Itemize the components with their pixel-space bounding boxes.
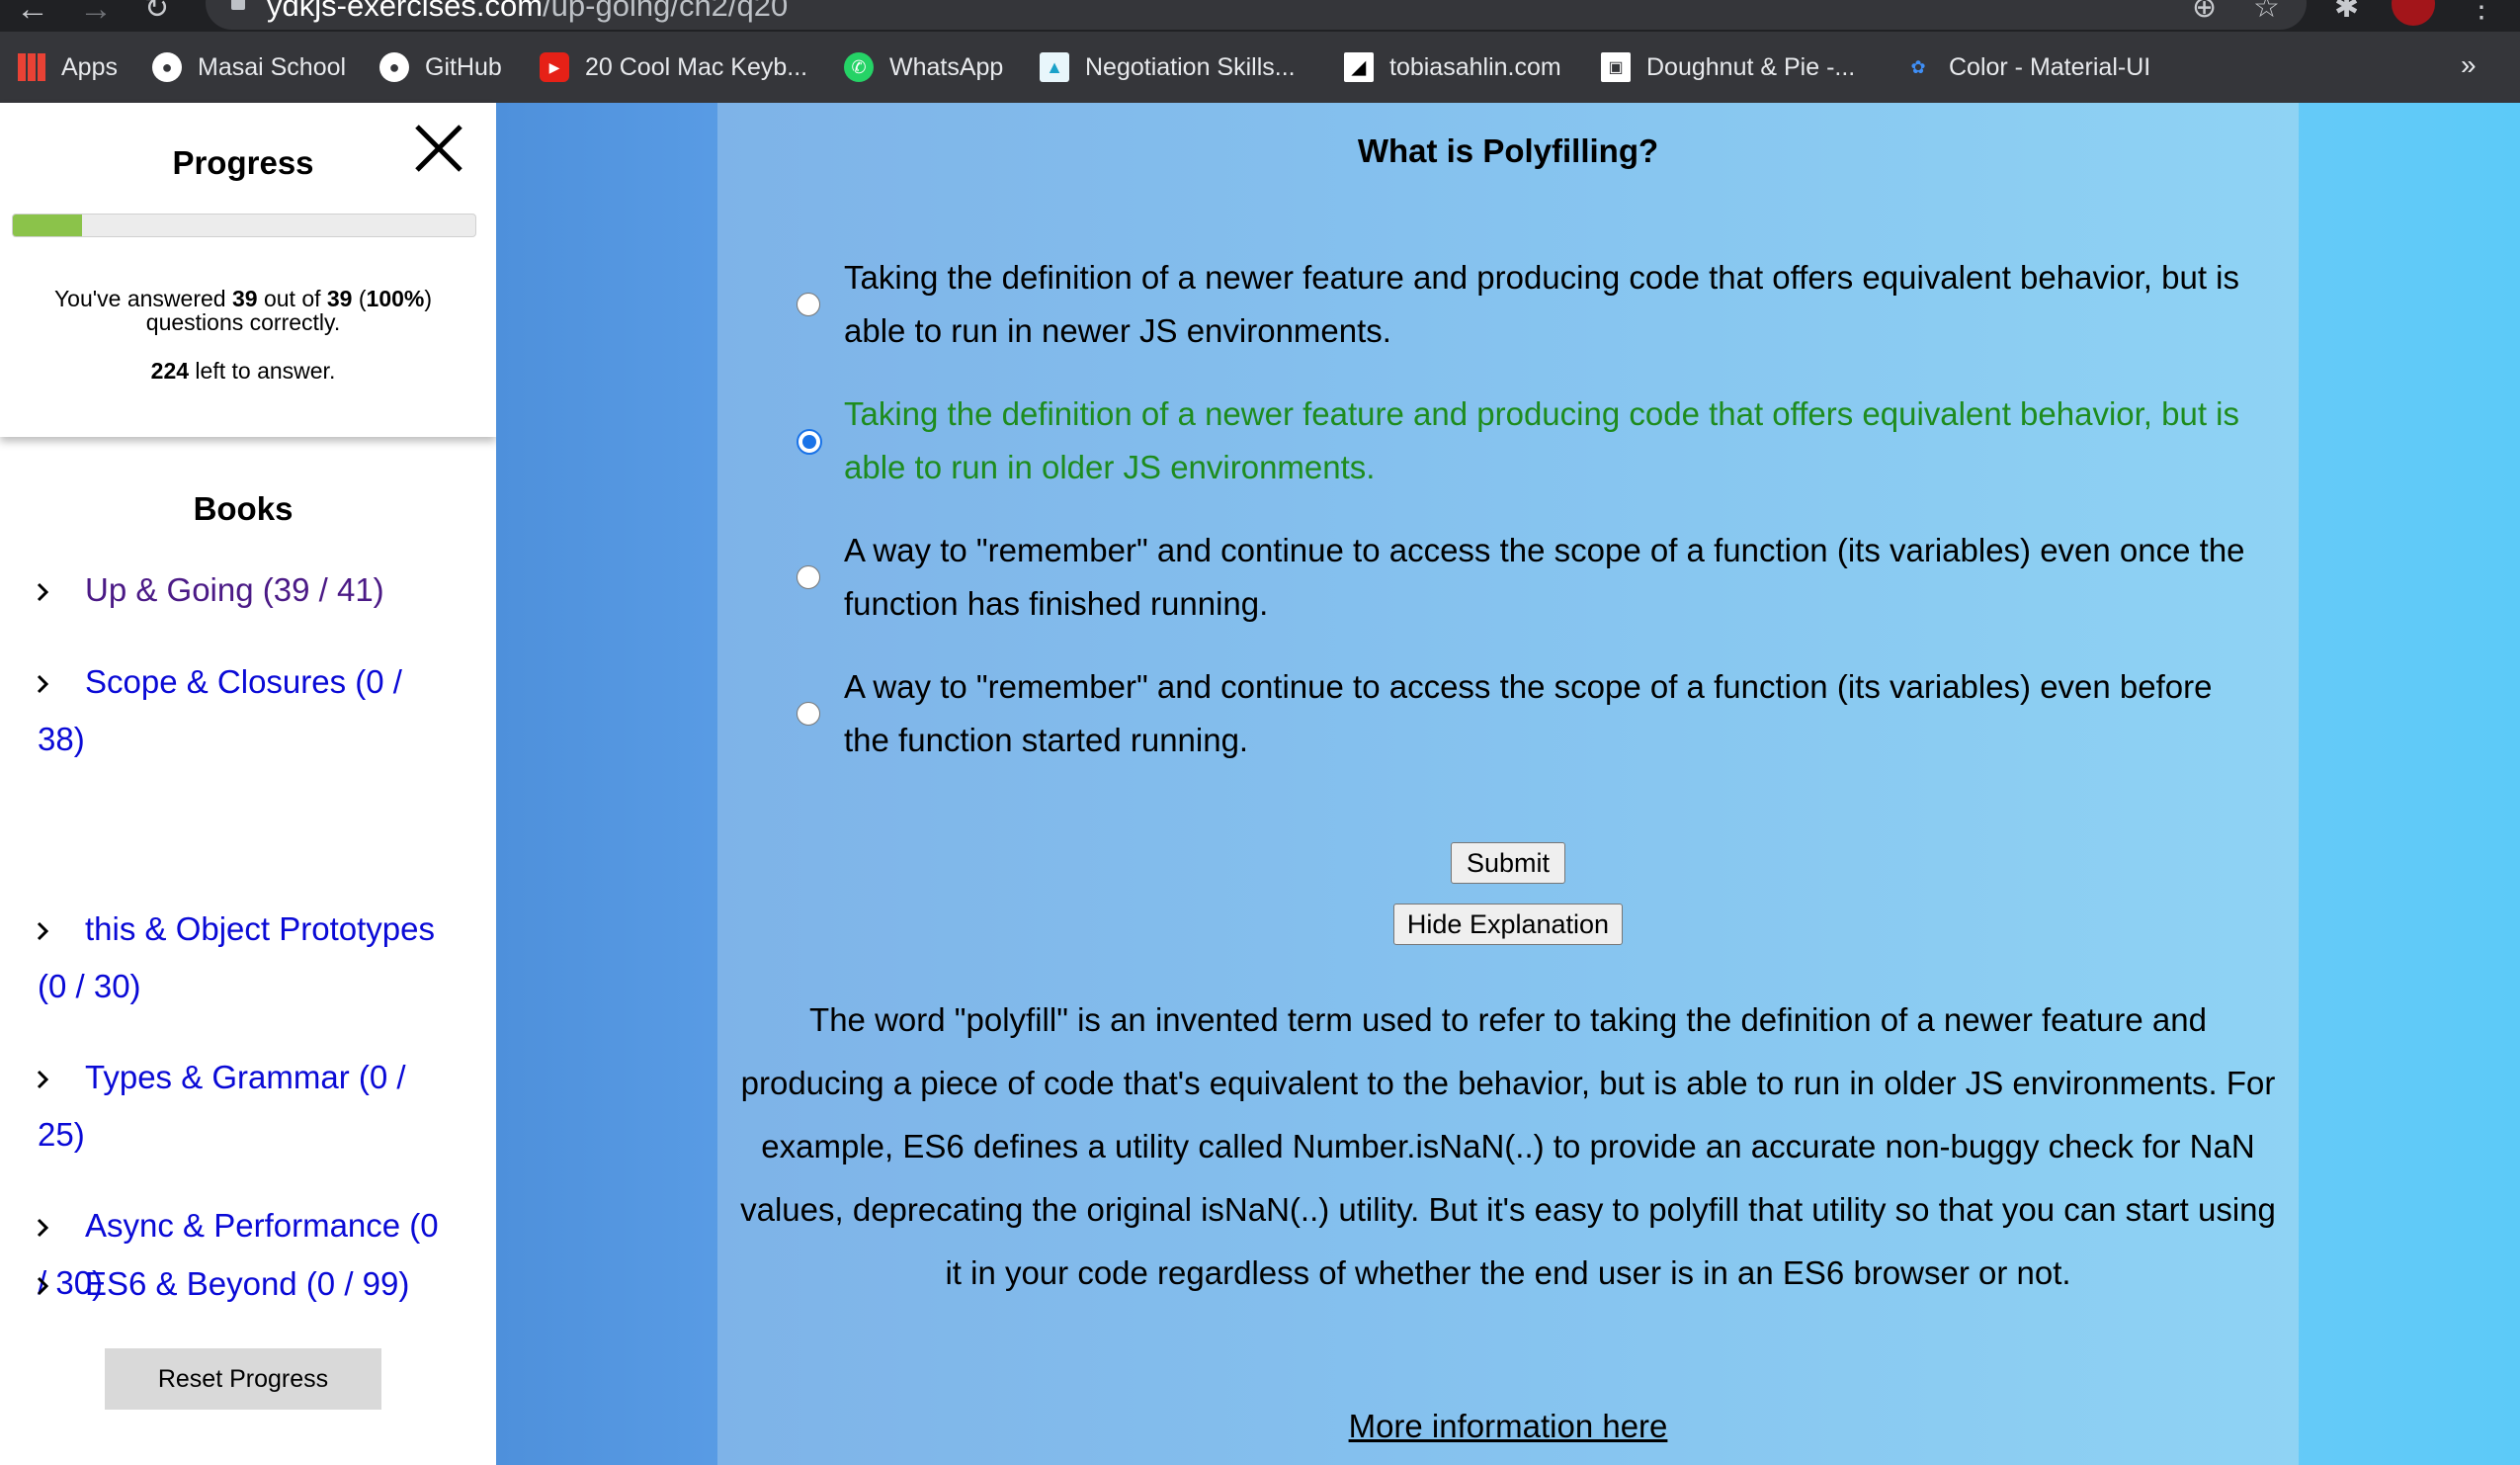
answered-paren: ( — [352, 286, 367, 311]
left-suffix: left to answer. — [189, 358, 336, 384]
bookmark-label: Color - Material-UI — [1949, 52, 2151, 81]
book-link-up-going[interactable]: Up & Going (39 / 41) — [37, 561, 453, 619]
lock-icon — [231, 0, 245, 10]
reload-icon[interactable]: ↻ — [144, 0, 169, 26]
progress-bar — [12, 214, 476, 237]
explanation-text: The word "polyfill" is an invented term … — [740, 1001, 2276, 1291]
answered-summary: You've answered 39 out of 39 (100%) ques… — [20, 287, 466, 334]
book-link-scope-closures[interactable]: Scope & Closures (0 / 38) — [37, 653, 453, 768]
back-icon[interactable]: ← — [16, 0, 49, 26]
menu-icon[interactable]: ⋮ — [2467, 0, 2496, 25]
bookmark-mac-keyboard[interactable]: ▶ 20 Cool Mac Keyb... — [540, 50, 807, 84]
tobiasahlin-icon: ◢ — [1344, 52, 1374, 82]
more-information-link[interactable]: More information here — [717, 1408, 2299, 1445]
bookmark-doughnut-pie[interactable]: ▣ Doughnut & Pie -... — [1601, 50, 1855, 84]
radio-button[interactable] — [797, 293, 820, 316]
bookmark-masai-school[interactable]: ● Masai School — [152, 50, 346, 84]
chevron-right-icon — [37, 1219, 49, 1238]
youtube-icon: ▶ — [540, 52, 569, 82]
left-to-answer: 224 left to answer. — [0, 358, 486, 385]
left-count: 224 — [150, 358, 190, 384]
close-icon[interactable] — [411, 121, 466, 176]
bookmarks-bar: Apps ● Masai School ● GitHub ▶ 20 Cool M… — [0, 32, 2520, 103]
book-label: Types & Grammar (0 / 25) — [38, 1059, 406, 1153]
url-text[interactable]: ydkjs-exercises.com/up-going/ch2/q20 — [267, 0, 788, 24]
answered-percent: 100% — [366, 286, 425, 311]
whatsapp-icon: ✆ — [844, 52, 874, 82]
total-count: 39 — [326, 286, 353, 311]
radio-button[interactable] — [797, 702, 820, 726]
chevron-right-icon — [37, 675, 49, 694]
bookmark-label: Doughnut & Pie -... — [1646, 52, 1856, 81]
forward-icon[interactable]: → — [79, 0, 113, 26]
star-icon[interactable]: ☆ — [2253, 0, 2280, 25]
browser-toolbar: ← → ↻ ydkjs-exercises.com/up-going/ch2/q… — [0, 0, 2520, 32]
chevron-right-icon — [37, 1071, 49, 1089]
bookmark-tobiasahlin[interactable]: ◢ tobiasahlin.com — [1344, 50, 1561, 84]
url-host: ydkjs-exercises.com — [267, 0, 544, 23]
bookmark-label: Apps — [61, 52, 118, 81]
answered-count: 39 — [231, 286, 258, 311]
answer-option-text: Taking the definition of a newer feature… — [844, 259, 2240, 349]
bookmark-label: 20 Cool Mac Keyb... — [585, 52, 808, 81]
progress-bar-fill — [13, 215, 83, 236]
book-link-this-object-prototypes[interactable]: this & Object Prototypes (0 / 30) — [37, 901, 453, 1015]
bookmark-label: Masai School — [198, 52, 347, 81]
submit-button[interactable]: Submit — [1451, 842, 1565, 884]
bookmark-label: GitHub — [425, 52, 502, 81]
book-link-es6-beyond[interactable]: ES6 & Beyond (0 / 99) — [37, 1255, 453, 1313]
radio-button[interactable] — [797, 429, 822, 455]
answer-option-text: Taking the definition of a newer feature… — [844, 395, 2240, 485]
question-title: What is Polyfilling? — [1357, 132, 1659, 169]
bookmark-label: tobiasahlin.com — [1389, 52, 1561, 81]
book-label: this & Object Prototypes (0 / 30) — [38, 910, 435, 1004]
bookmark-label: Negotiation Skills... — [1085, 52, 1296, 81]
bookmark-material-ui[interactable]: ✿ Color - Material-UI — [1903, 50, 2150, 84]
bookmark-negotiation-skills[interactable]: ▲ Negotiation Skills... — [1040, 50, 1296, 84]
bookmark-apps[interactable]: Apps — [18, 50, 118, 84]
chevron-right-icon — [37, 583, 49, 602]
answered-mid: out of — [257, 286, 327, 311]
book-label: Up & Going (39 / 41) — [85, 571, 384, 608]
progress-panel: Progress You've answered 39 out of 39 (1… — [0, 103, 496, 437]
chevron-right-icon — [37, 1277, 49, 1296]
book-label: ES6 & Beyond (0 / 99) — [85, 1265, 410, 1302]
bookmark-github[interactable]: ● GitHub — [379, 50, 502, 84]
books-title: Books — [193, 490, 294, 527]
github-icon: ● — [379, 52, 409, 82]
globe-icon: ● — [152, 52, 182, 82]
radio-button[interactable] — [797, 565, 820, 589]
book-label: Scope & Closures (0 / 38) — [38, 663, 402, 757]
quiz-panel: What is Polyfilling? Taking the definiti… — [717, 103, 2299, 1465]
extensions-icon[interactable]: ✱ — [2334, 0, 2359, 25]
chevron-right-icon — [37, 922, 49, 941]
material-ui-icon: ✿ — [1910, 56, 1926, 77]
book-icon: ▣ — [1601, 52, 1631, 82]
answer-option-text: A way to "remember" and continue to acce… — [844, 532, 2245, 622]
apps-grid-icon — [18, 53, 45, 81]
bookmark-label: WhatsApp — [889, 52, 1004, 81]
hide-explanation-button[interactable]: Hide Explanation — [1393, 904, 1623, 945]
answered-prefix: You've answered — [53, 286, 232, 311]
negotiation-icon: ▲ — [1040, 52, 1069, 82]
url-path: /up-going/ch2/q20 — [543, 0, 789, 23]
book-link-types-grammar[interactable]: Types & Grammar (0 / 25) — [37, 1049, 453, 1163]
more-bookmarks-icon[interactable]: » — [2461, 49, 2477, 81]
bookmark-whatsapp[interactable]: ✆ WhatsApp — [844, 50, 1003, 84]
avatar[interactable] — [2392, 0, 2435, 26]
install-icon[interactable]: ⊕ — [2192, 0, 2217, 25]
sidebar: Progress You've answered 39 out of 39 (1… — [0, 103, 496, 1465]
reset-progress-button[interactable]: Reset Progress — [105, 1348, 381, 1410]
answer-option-text: A way to "remember" and continue to acce… — [844, 668, 2213, 758]
